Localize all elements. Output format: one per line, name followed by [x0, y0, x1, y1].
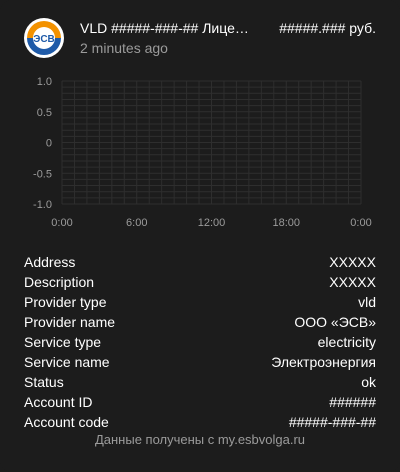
attribute-row: Description XXXXX: [24, 272, 376, 292]
attributes-list: Address XXXXX Description XXXXX Provider typ…: [24, 252, 376, 432]
x-tick-label: 0:00: [51, 217, 72, 229]
y-tick-label: 0.5: [37, 107, 52, 119]
y-tick-label: -0.5: [33, 168, 52, 180]
attribute-value: XXXXX: [329, 274, 376, 290]
x-tick-label: 12:00: [198, 217, 226, 229]
attribute-row: Service name Электроэнергия: [24, 352, 376, 372]
entity-title: VLD #####-###-## Лицевой счёт: [80, 20, 250, 36]
attribute-row: Service type electricity: [24, 332, 376, 352]
provider-logo: ЭСВ: [24, 18, 64, 58]
attribute-row: Provider type vld: [24, 292, 376, 312]
attribute-value: electricity: [317, 334, 376, 350]
attribute-row: Address XXXXX: [24, 252, 376, 272]
attribute-key: Description: [24, 274, 95, 290]
history-chart[interactable]: 1.0 0.5 0 -0.5 -1.0 0:00 6:00 12:00 18:00 0:00: [0, 70, 400, 235]
attribute-value: ООО «ЭСВ»: [294, 314, 376, 330]
attribute-value: ok: [361, 374, 376, 390]
attribute-key: Service name: [24, 354, 110, 370]
footer-attribution: Данные получены с my.esbvolga.ru: [94, 432, 306, 447]
entity-card: ЭСВ VLD #####-###-## Лицевой счёт #####.…: [0, 0, 400, 472]
card-header[interactable]: ЭСВ VLD #####-###-## Лицевой счёт #####.…: [24, 18, 376, 62]
x-tick-label: 6:00: [126, 217, 147, 229]
attribute-row: Provider name ООО «ЭСВ»: [24, 312, 376, 332]
attribute-key: Account ID: [24, 394, 93, 410]
y-tick-label: 0: [46, 138, 52, 150]
entity-state: #####.### руб.: [279, 20, 376, 36]
attribute-value: XXXXX: [329, 254, 376, 270]
attribute-key: Provider type: [24, 294, 107, 310]
attribute-key: Address: [24, 254, 76, 270]
attribute-value: Электроэнергия: [271, 354, 376, 370]
attribute-row: Status ok: [24, 372, 376, 392]
y-tick-label: 1.0: [37, 76, 52, 88]
attribute-row: Account ID ######: [24, 392, 376, 412]
attribute-key: Provider name: [24, 314, 116, 330]
last-updated: 2 minutes ago: [80, 40, 168, 56]
attribute-value: vld: [358, 294, 376, 310]
attribute-key: Service type: [24, 334, 102, 350]
attribute-value: ######: [329, 394, 376, 410]
attribute-row: Account code #####-###-##: [24, 412, 376, 432]
logo-text: ЭСВ: [33, 34, 55, 45]
x-tick-label: 18:00: [272, 217, 300, 229]
x-tick-label: 0:00: [350, 217, 371, 229]
attribute-key: Status: [24, 374, 64, 390]
attribute-value: #####-###-##: [288, 414, 376, 430]
y-tick-label: -1.0: [33, 199, 52, 211]
attribute-key: Account code: [24, 414, 109, 430]
